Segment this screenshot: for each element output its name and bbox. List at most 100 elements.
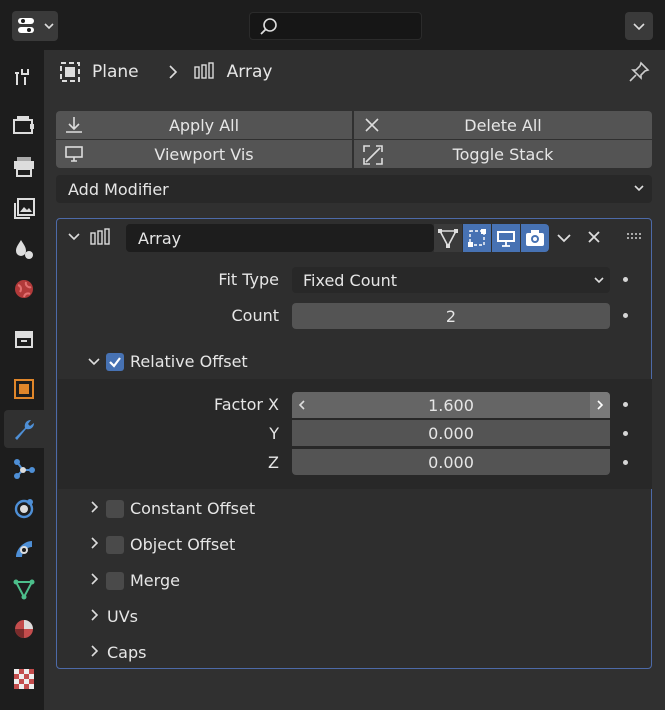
apply-all-button[interactable]: Apply All: [56, 111, 352, 139]
apply-all-label: Apply All: [168, 115, 240, 135]
modifier-name-field[interactable]: Array: [126, 224, 434, 252]
particles-icon: [14, 459, 35, 479]
factor-z-field[interactable]: 0.000: [292, 449, 610, 475]
pin-icon[interactable]: [627, 60, 651, 84]
keyframe-dot[interactable]: [623, 277, 628, 282]
tab-scene[interactable]: [4, 230, 44, 268]
factor-y-label: Y: [269, 424, 279, 443]
chevron-down-icon: [634, 185, 644, 192]
editor-type-dropdown[interactable]: [12, 11, 58, 41]
tab-modifiers[interactable]: [4, 410, 44, 448]
chevron-right-icon[interactable]: [89, 572, 101, 586]
tab-particles[interactable]: [4, 450, 44, 488]
object-icon: [60, 62, 80, 82]
viewport-toggle[interactable]: [492, 224, 520, 252]
uvs-label[interactable]: UVs: [107, 607, 138, 626]
tab-object[interactable]: [4, 370, 44, 408]
close-icon[interactable]: [586, 229, 602, 245]
tab-tool[interactable]: [4, 58, 44, 96]
breadcrumb-modifier: Array: [226, 62, 273, 82]
view-layer-icon: [14, 198, 35, 219]
add-modifier-dropdown[interactable]: Add Modifier: [56, 175, 652, 203]
search-input[interactable]: [249, 12, 422, 40]
merge-checkbox[interactable]: [106, 572, 124, 590]
chevron-down-icon[interactable]: [67, 230, 81, 244]
tab-output[interactable]: [4, 148, 44, 186]
chevron-down-icon: [633, 23, 645, 31]
chevron-right-icon[interactable]: [89, 500, 101, 514]
properties-editor-icon: [17, 18, 34, 33]
properties-tabs: [0, 50, 44, 710]
tab-constraints[interactable]: [4, 530, 44, 568]
chevron-down-icon[interactable]: [556, 231, 572, 245]
tab-world[interactable]: [4, 270, 44, 308]
mesh-data-icon: [13, 579, 35, 600]
output-icon: [14, 157, 34, 177]
factor-x-value: 1.600: [428, 395, 474, 415]
array-modifier-icon: [90, 228, 110, 245]
tool-icon: [15, 69, 29, 85]
delete-all-button[interactable]: Delete All: [354, 111, 652, 139]
keyframe-dot[interactable]: [623, 431, 628, 436]
relative-offset-checkbox[interactable]: [106, 353, 124, 371]
keyframe-dot[interactable]: [623, 460, 628, 465]
edit-mode-cage-toggle[interactable]: [434, 224, 462, 252]
chevron-down-icon[interactable]: [87, 355, 101, 369]
object-icon: [14, 379, 34, 399]
factor-y-value: 0.000: [428, 423, 474, 443]
delete-all-label: Delete All: [464, 115, 542, 135]
search-icon: [260, 18, 277, 35]
fit-type-dropdown[interactable]: Fixed Count: [292, 267, 610, 293]
constant-offset-label: Constant Offset: [130, 499, 256, 518]
tab-texture[interactable]: [4, 660, 44, 698]
wrench-icon: [15, 420, 34, 440]
array-modifier-panel: Array Fit Type Fixed Count Count 2 Relat…: [56, 218, 652, 669]
edit-mode-icon: [468, 229, 486, 247]
material-icon: [15, 620, 33, 638]
object-offset-checkbox[interactable]: [106, 536, 124, 554]
count-label: Count: [231, 306, 279, 325]
caps-label[interactable]: Caps: [107, 643, 146, 662]
breadcrumb-object: Plane: [92, 62, 139, 82]
factor-x-field[interactable]: 1.600: [292, 392, 610, 418]
chevron-left-icon[interactable]: [296, 398, 308, 412]
chevron-right-icon: [169, 65, 177, 79]
properties-panel: Plane Array Apply All Delete All Viewpor…: [44, 50, 665, 710]
toggle-stack-button[interactable]: Toggle Stack: [354, 140, 652, 168]
modifier-name: Array: [138, 228, 182, 248]
tab-view-layer[interactable]: [4, 190, 44, 228]
download-icon: [66, 117, 82, 133]
factor-z-label: Z: [268, 453, 279, 472]
chevron-right-icon[interactable]: [89, 644, 101, 658]
breadcrumb: Plane Array: [58, 56, 272, 88]
tab-render[interactable]: [4, 106, 44, 144]
monitor-icon: [497, 231, 515, 247]
options-dropdown[interactable]: [625, 12, 653, 40]
render-toggle[interactable]: [521, 224, 549, 252]
texture-icon: [14, 669, 34, 689]
keyframe-dot[interactable]: [623, 402, 628, 407]
tab-collection[interactable]: [4, 320, 44, 358]
tab-physics[interactable]: [4, 490, 44, 528]
chevron-right-icon: [597, 400, 604, 410]
toggle-stack-label: Toggle Stack: [452, 144, 554, 164]
constant-offset-checkbox[interactable]: [106, 500, 124, 518]
keyframe-dot[interactable]: [623, 313, 628, 318]
viewport-vis-label: Viewport Vis: [154, 144, 254, 164]
edit-mode-toggle[interactable]: [463, 224, 491, 252]
chevron-down-icon: [43, 23, 54, 30]
increment-button[interactable]: [590, 392, 610, 418]
drag-handle-icon[interactable]: [627, 233, 643, 241]
tab-material[interactable]: [4, 610, 44, 648]
tab-data[interactable]: [4, 570, 44, 608]
viewport-vis-button[interactable]: Viewport Vis: [56, 140, 352, 168]
count-field[interactable]: 2: [292, 303, 610, 329]
factor-y-field[interactable]: 0.000: [292, 420, 610, 446]
fit-type-value: Fixed Count: [303, 270, 398, 290]
object-offset-label: Object Offset: [130, 535, 236, 554]
factor-z-value: 0.000: [428, 452, 474, 472]
physics-icon: [14, 499, 34, 519]
camera-icon: [526, 230, 544, 246]
chevron-right-icon[interactable]: [89, 536, 101, 550]
chevron-right-icon[interactable]: [89, 608, 101, 622]
